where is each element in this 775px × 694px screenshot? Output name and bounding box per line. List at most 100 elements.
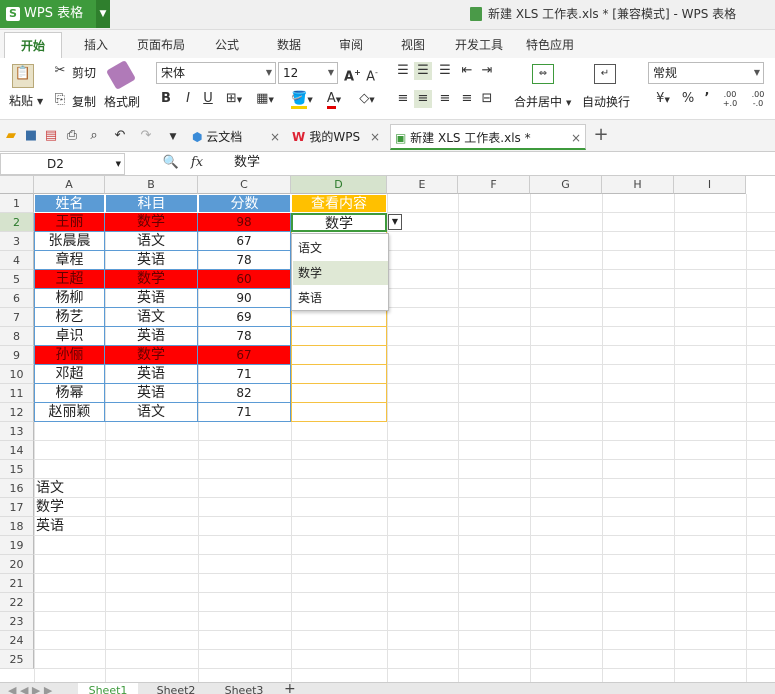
chevron-down-icon[interactable]: ▼ [96, 0, 110, 28]
doc-tab-mywps[interactable]: W 我的WPS × [288, 124, 384, 150]
dropdown-option-selected[interactable]: 数学 [293, 261, 388, 285]
table-cell[interactable]: 78 [198, 251, 291, 270]
table-header-cell[interactable]: 科目 [105, 194, 198, 213]
row-header[interactable]: 4 [0, 251, 34, 270]
row-header[interactable]: 1 [0, 194, 34, 213]
row-header[interactable]: 16 [0, 479, 34, 498]
row-header[interactable]: 15 [0, 460, 34, 479]
column-header-c[interactable]: C [198, 176, 291, 194]
column-header-f[interactable]: F [458, 176, 530, 194]
table-cell[interactable]: 王丽 [34, 213, 105, 232]
dropdown-option[interactable]: 英语 [293, 286, 388, 310]
tab-view[interactable]: 视图 [388, 32, 438, 58]
row-header[interactable]: 9 [0, 346, 34, 365]
folder-icon[interactable]: ▰ [4, 127, 18, 145]
italic-button[interactable]: I [180, 90, 196, 108]
print-preview-icon[interactable]: ⌕ [86, 127, 102, 145]
table-cell[interactable]: 英语 [105, 365, 198, 384]
table-cell[interactable]: 语文 [105, 232, 198, 251]
table-cell[interactable]: 69 [198, 308, 291, 327]
tab-special[interactable]: 特色应用 [518, 32, 582, 58]
row-header[interactable]: 21 [0, 574, 34, 593]
table-cell[interactable]: 卓识 [34, 327, 105, 346]
formula-input[interactable]: 数学 [234, 152, 260, 174]
sheet-tab-3[interactable]: Sheet3 [214, 683, 274, 694]
tab-review[interactable]: 审阅 [326, 32, 376, 58]
table-cell[interactable]: 章程 [34, 251, 105, 270]
row-header[interactable]: 10 [0, 365, 34, 384]
sheet-tab-1[interactable]: Sheet1 [78, 683, 138, 694]
bold-button[interactable]: B [158, 90, 174, 108]
table-cell[interactable]: 王超 [34, 270, 105, 289]
tab-formulas[interactable]: 公式 [202, 32, 252, 58]
table-header-cell[interactable]: 分数 [198, 194, 291, 213]
zoom-icon[interactable]: 🔍 [162, 154, 180, 172]
row-header[interactable]: 20 [0, 555, 34, 574]
undo-icon[interactable]: ↶ [112, 127, 128, 145]
view-content-cell[interactable] [291, 384, 387, 403]
chevron-down-icon[interactable]: ▼ [566, 94, 571, 112]
font-name-select[interactable]: 宋体 ▼ [156, 62, 276, 84]
name-box[interactable]: D2 ▼ [0, 153, 125, 175]
align-right-icon[interactable]: ≡ [436, 90, 454, 108]
table-cell[interactable]: 78 [198, 327, 291, 346]
row-header[interactable]: 6 [0, 289, 34, 308]
tab-insert[interactable]: 插入 [70, 32, 122, 58]
column-header-g[interactable]: G [530, 176, 602, 194]
table-cell[interactable]: 60 [198, 270, 291, 289]
table-cell[interactable]: 英语 [105, 384, 198, 403]
customize-icon[interactable]: ▼ [166, 128, 180, 146]
table-cell[interactable]: 语文 [105, 403, 198, 422]
increase-decimal-button[interactable]: .00 +.0 [718, 90, 742, 108]
row-header[interactable]: 8 [0, 327, 34, 346]
align-middle-icon[interactable]: ☰ [414, 62, 432, 80]
align-left-icon[interactable]: ≡ [394, 90, 412, 108]
row-header[interactable]: 22 [0, 593, 34, 612]
percent-button[interactable]: % [680, 90, 696, 108]
font-color-icon[interactable]: A▼ [320, 90, 348, 109]
table-cell[interactable]: 71 [198, 403, 291, 422]
table-cell[interactable]: 98 [198, 213, 291, 232]
paste-dropdown-icon[interactable]: ▼ [37, 93, 43, 111]
shrink-font-icon[interactable]: A- [364, 64, 380, 86]
table-cell[interactable]: 67 [198, 232, 291, 251]
list-cell[interactable]: 数学 [34, 498, 105, 517]
view-content-header[interactable]: 查看内容 [291, 194, 387, 213]
column-header-i[interactable]: I [674, 176, 746, 194]
column-header-h[interactable]: H [602, 176, 674, 194]
underline-button[interactable]: U [200, 90, 216, 108]
pdf-icon[interactable]: ▤ [44, 127, 58, 145]
view-content-cell[interactable] [291, 365, 387, 384]
row-header[interactable]: 12 [0, 403, 34, 422]
active-cell-d2[interactable]: 数学 [291, 213, 387, 232]
dropdown-option[interactable]: 语文 [293, 236, 388, 260]
fill-color-icon[interactable]: 🪣▼ [288, 90, 316, 109]
tab-page-layout[interactable]: 页面布局 [128, 32, 194, 58]
increase-indent-icon[interactable]: ⇥ [478, 62, 496, 80]
paste-button[interactable]: 粘贴 [9, 92, 33, 109]
align-top-icon[interactable]: ☰ [394, 62, 412, 80]
row-header[interactable]: 13 [0, 422, 34, 441]
decrease-decimal-button[interactable]: .00 -.0 [746, 90, 770, 108]
table-cell[interactable]: 82 [198, 384, 291, 403]
view-content-cell[interactable] [291, 403, 387, 422]
sheet-nav-icon[interactable]: ◀ ◀ ▶ ▶ [8, 683, 52, 694]
row-header[interactable]: 2 [0, 213, 34, 232]
select-all-corner[interactable] [0, 176, 34, 194]
row-header[interactable]: 7 [0, 308, 34, 327]
row-header[interactable]: 18 [0, 517, 34, 536]
justify-icon[interactable]: ≡ [458, 90, 476, 108]
row-header[interactable]: 24 [0, 631, 34, 650]
table-cell[interactable]: 张晨晨 [34, 232, 105, 251]
table-cell[interactable]: 杨柳 [34, 289, 105, 308]
grow-font-icon[interactable]: A+ [344, 64, 361, 86]
view-content-cell[interactable] [291, 346, 387, 365]
view-content-cell[interactable] [291, 327, 387, 346]
align-center-icon[interactable]: ≡ [414, 90, 432, 108]
tab-developer[interactable]: 开发工具 [448, 32, 510, 58]
row-header[interactable]: 11 [0, 384, 34, 403]
font-size-select[interactable]: 12 ▼ [278, 62, 338, 84]
redo-icon[interactable]: ↷ [138, 127, 154, 145]
chevron-down-icon[interactable]: ▼ [388, 214, 402, 230]
table-cell[interactable]: 英语 [105, 289, 198, 308]
